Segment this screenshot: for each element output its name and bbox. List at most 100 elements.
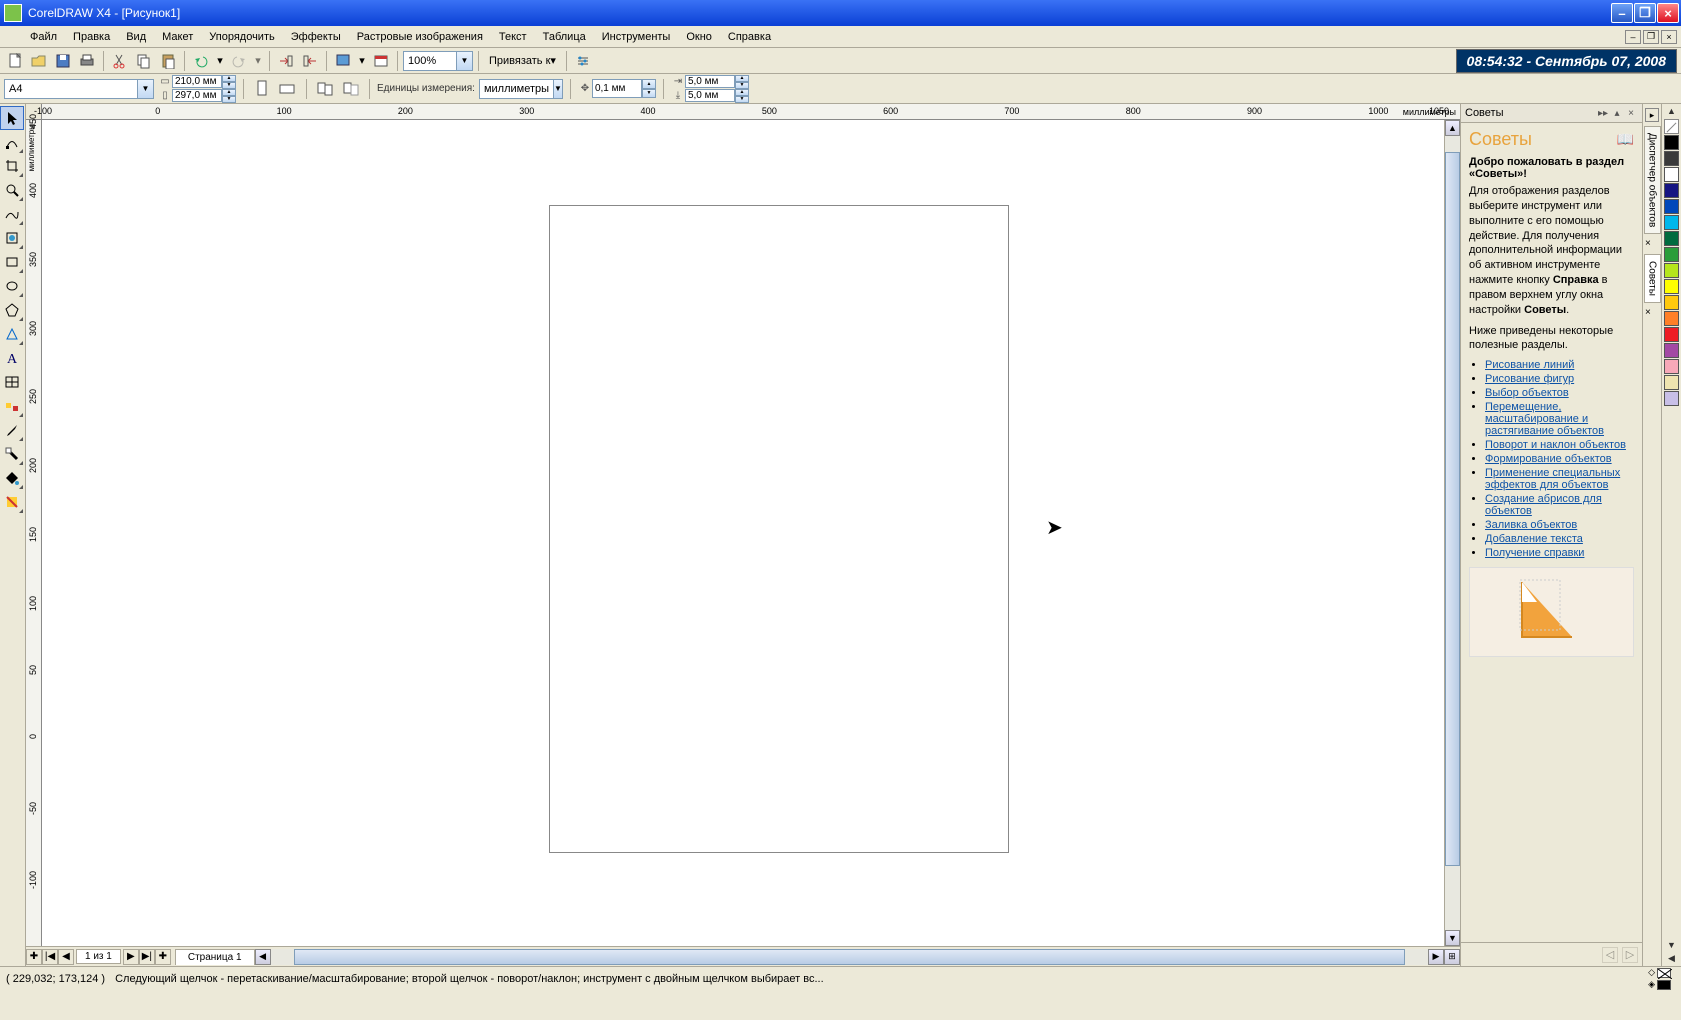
- drawing-workspace[interactable]: ➤: [42, 120, 1444, 946]
- color-swatch[interactable]: [1664, 391, 1679, 406]
- sidetab-object-manager[interactable]: Диспетчер объектов: [1644, 126, 1661, 234]
- vertical-ruler[interactable]: миллиметры 450400350300250200150100500-5…: [26, 120, 42, 946]
- hscroll-thumb[interactable]: [294, 949, 1405, 965]
- prev-page-button[interactable]: ◀: [58, 949, 74, 965]
- sidetab-hints[interactable]: Советы: [1644, 254, 1661, 303]
- freehand-tool[interactable]: [0, 202, 24, 226]
- palette-down-arrow[interactable]: ▼: [1667, 940, 1676, 953]
- zoom-page-button[interactable]: ⊞: [1444, 949, 1460, 965]
- outline-well[interactable]: [1657, 980, 1671, 990]
- docker-menu-icon[interactable]: ▴: [1610, 106, 1624, 120]
- menu-text[interactable]: Текст: [491, 28, 535, 46]
- page-width-input[interactable]: [172, 75, 222, 88]
- menu-edit[interactable]: Правка: [65, 28, 118, 46]
- color-swatch[interactable]: [1664, 135, 1679, 150]
- shape-tool[interactable]: [0, 130, 24, 154]
- apply-current-page-button[interactable]: [340, 78, 362, 100]
- open-button[interactable]: [28, 50, 50, 72]
- spin-down[interactable]: ▼: [735, 82, 749, 89]
- app-launcher-dropdown[interactable]: ▾: [356, 50, 368, 72]
- sidetab-close-icon[interactable]: ×: [1645, 307, 1659, 321]
- hint-link[interactable]: Поворот и наклон объектов: [1485, 439, 1626, 451]
- hint-link[interactable]: Получение справки: [1485, 547, 1584, 559]
- hint-link[interactable]: Перемещение, масштабирование и растягива…: [1485, 401, 1604, 437]
- scroll-down-button[interactable]: ▼: [1445, 930, 1460, 946]
- color-swatch[interactable]: [1664, 215, 1679, 230]
- landscape-button[interactable]: [277, 78, 299, 100]
- hint-link[interactable]: Выбор объектов: [1485, 387, 1569, 399]
- undo-dropdown[interactable]: ▾: [214, 50, 226, 72]
- spin-down[interactable]: ▼: [735, 96, 749, 103]
- docker-close-icon[interactable]: ×: [1624, 106, 1638, 120]
- undo-button[interactable]: [190, 50, 212, 72]
- palette-up-arrow[interactable]: ▲: [1667, 106, 1676, 119]
- smart-fill-tool[interactable]: [0, 226, 24, 250]
- drawing-page[interactable]: [549, 205, 1009, 853]
- color-swatch[interactable]: [1664, 231, 1679, 246]
- docker-collapse-icon[interactable]: ▸▸: [1596, 106, 1610, 120]
- hint-link[interactable]: Добавление текста: [1485, 533, 1583, 545]
- scroll-thumb[interactable]: [1445, 152, 1460, 867]
- interactive-blend-tool[interactable]: [0, 394, 24, 418]
- cut-button[interactable]: [109, 50, 131, 72]
- ellipse-tool[interactable]: [0, 274, 24, 298]
- minimize-button[interactable]: –: [1611, 3, 1633, 23]
- color-swatch[interactable]: [1664, 167, 1679, 182]
- dup-x-input[interactable]: [685, 75, 735, 88]
- menu-tools[interactable]: Инструменты: [594, 28, 679, 46]
- paste-button[interactable]: [157, 50, 179, 72]
- color-swatch[interactable]: [1664, 327, 1679, 342]
- color-swatch[interactable]: [1664, 359, 1679, 374]
- mdi-minimize[interactable]: –: [1625, 30, 1641, 44]
- color-swatch[interactable]: [1664, 311, 1679, 326]
- scroll-track[interactable]: [1445, 136, 1460, 930]
- pick-tool[interactable]: [0, 106, 24, 130]
- page-tab-1[interactable]: Страница 1: [175, 949, 255, 965]
- hint-link[interactable]: Рисование фигур: [1485, 373, 1574, 385]
- menu-arrange[interactable]: Упорядочить: [201, 28, 282, 46]
- snap-to-button[interactable]: Привязать к ▾: [484, 50, 561, 72]
- zoom-tool[interactable]: [0, 178, 24, 202]
- units-combo[interactable]: миллиметры ▼: [479, 79, 563, 99]
- menu-effects[interactable]: Эффекты: [283, 28, 349, 46]
- color-swatch[interactable]: [1664, 295, 1679, 310]
- zoom-combo[interactable]: 100% ▼: [403, 51, 473, 71]
- welcome-button[interactable]: [370, 50, 392, 72]
- menu-file[interactable]: Файл: [22, 28, 65, 46]
- hints-forward-button[interactable]: ▷: [1622, 947, 1638, 963]
- mdi-icon[interactable]: [4, 30, 18, 44]
- color-swatch[interactable]: [1664, 199, 1679, 214]
- color-swatch[interactable]: [1664, 183, 1679, 198]
- options-button[interactable]: [572, 50, 594, 72]
- hint-link[interactable]: Создание абрисов для объектов: [1485, 493, 1602, 517]
- menu-help[interactable]: Справка: [720, 28, 779, 46]
- help-book-icon[interactable]: 📖: [1617, 131, 1634, 148]
- menu-window[interactable]: Окно: [678, 28, 720, 46]
- copy-button[interactable]: [133, 50, 155, 72]
- next-page-button[interactable]: ▶: [123, 949, 139, 965]
- add-page-icon[interactable]: ✚: [26, 949, 42, 965]
- add-page-after-icon[interactable]: ✚: [155, 949, 171, 965]
- fill-well[interactable]: [1657, 968, 1671, 978]
- hint-link[interactable]: Заливка объектов: [1485, 519, 1577, 531]
- menu-layout[interactable]: Макет: [154, 28, 201, 46]
- spin-down[interactable]: ▼: [642, 89, 656, 99]
- new-button[interactable]: [4, 50, 26, 72]
- menu-view[interactable]: Вид: [118, 28, 154, 46]
- outline-tool[interactable]: [0, 442, 24, 466]
- spin-up[interactable]: ▲: [222, 89, 236, 96]
- page-size-combo[interactable]: A4 ▼: [4, 79, 154, 99]
- color-swatch[interactable]: [1664, 375, 1679, 390]
- docker-titlebar[interactable]: Советы ▸▸ ▴ ×: [1461, 104, 1642, 123]
- color-swatch[interactable]: [1664, 151, 1679, 166]
- table-tool[interactable]: [0, 370, 24, 394]
- scroll-up-button[interactable]: ▲: [1445, 120, 1460, 136]
- dup-y-input[interactable]: [685, 89, 735, 102]
- print-button[interactable]: [76, 50, 98, 72]
- hint-link[interactable]: Формирование объектов: [1485, 453, 1612, 465]
- menu-bitmaps[interactable]: Растровые изображения: [349, 28, 491, 46]
- first-page-button[interactable]: |◀: [42, 949, 58, 965]
- vertical-scrollbar[interactable]: ▲ ▼: [1444, 120, 1460, 946]
- spin-up[interactable]: ▲: [735, 75, 749, 82]
- hints-back-button[interactable]: ◁: [1602, 947, 1618, 963]
